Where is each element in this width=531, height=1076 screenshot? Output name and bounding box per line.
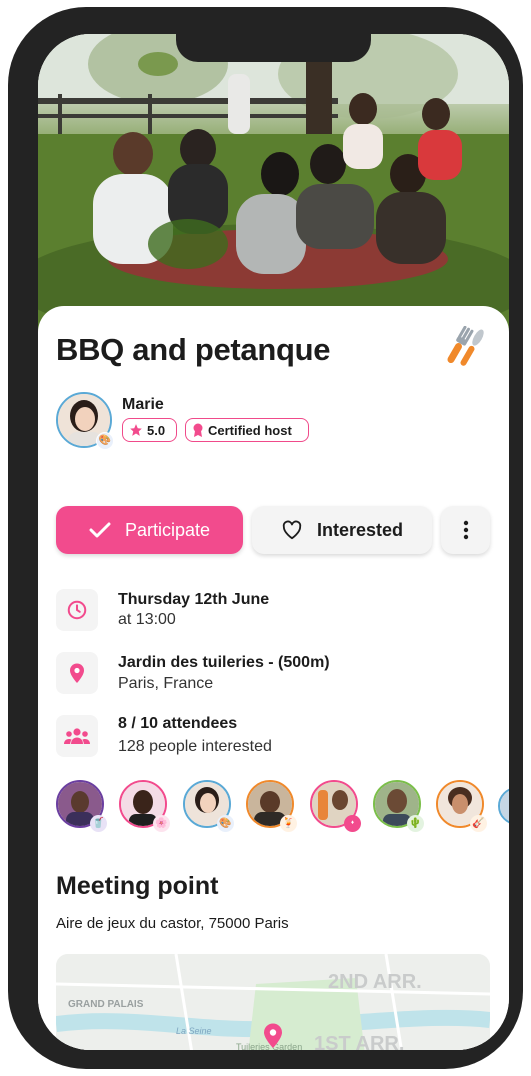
certified-host-badge: Certified host [185, 418, 309, 442]
host-badge-icon: 🎨 [96, 432, 114, 450]
star-icon [130, 424, 142, 436]
map-label-grand-palais: GRAND PALAIS [68, 999, 144, 1010]
map-label-1st-arr: 1ST ARR. [314, 1033, 404, 1050]
map-label-2nd-arr: 2ND ARR. [328, 971, 422, 993]
location-icon-box [56, 652, 98, 694]
event-title: BBQ and petanque [56, 332, 331, 367]
attendee-badge-icon: 🎨 [217, 815, 234, 832]
event-time: at 13:00 [118, 611, 176, 628]
certified-label: Certified host [208, 422, 292, 438]
clock-icon [67, 600, 87, 620]
heart-icon [282, 520, 302, 540]
phone-notch [176, 34, 371, 62]
clock-icon-box [56, 589, 98, 631]
attendee-badge-icon: 🎸 [470, 815, 487, 832]
map-label-seine: La Seine [176, 1026, 212, 1036]
attendee-avatar[interactable] [498, 787, 509, 825]
interested-count: 128 people interested [118, 738, 272, 755]
location-pin-icon [70, 663, 84, 683]
host-rating: 5.0 [147, 422, 166, 438]
event-city: Paris, France [118, 675, 214, 692]
interested-label: Interested [316, 519, 404, 540]
interested-button[interactable]: Interested [252, 506, 432, 554]
participate-label: Participate [124, 519, 211, 540]
event-card: BBQ and petanque 🎨 Marie 5.0 Certified h… [38, 306, 509, 1050]
event-place[interactable]: Jardin des tuileries - (500m) [118, 654, 330, 672]
event-photo [38, 34, 509, 334]
attendee-count: 8 / 10 attendees [118, 715, 238, 732]
certified-icon [193, 423, 203, 437]
app-screen: BBQ and petanque 🎨 Marie 5.0 Certified h… [38, 34, 509, 1050]
more-options-button[interactable] [441, 506, 490, 554]
participate-button[interactable]: Participate [56, 506, 243, 554]
attendee-badge-icon: 🥤 [90, 815, 107, 832]
meeting-map[interactable]: 2ND ARR. GRAND PALAIS La Seine Tuileries… [56, 954, 490, 1050]
people-icon-box [56, 715, 98, 757]
host-rating-badge: 5.0 [122, 418, 177, 442]
meeting-point-title: Meeting point [56, 872, 219, 900]
attendee-badge-icon: 🌸 [153, 815, 170, 832]
phone-frame: BBQ and petanque 🎨 Marie 5.0 Certified h… [8, 7, 523, 1069]
more-vertical-icon [463, 520, 468, 540]
attendee-badge-icon: 🍹 [280, 815, 297, 832]
event-date: Thursday 12th June [118, 591, 270, 608]
attendee-badge-icon: ♦ [344, 815, 361, 832]
cutlery-icon [447, 326, 484, 366]
check-icon [89, 522, 111, 538]
meeting-address: Aire de jeux du castor, 75000 Paris [56, 915, 289, 932]
attendee-badge-icon: 🌵 [407, 815, 424, 832]
group-icon [64, 728, 90, 744]
host-name[interactable]: Marie [122, 396, 164, 414]
